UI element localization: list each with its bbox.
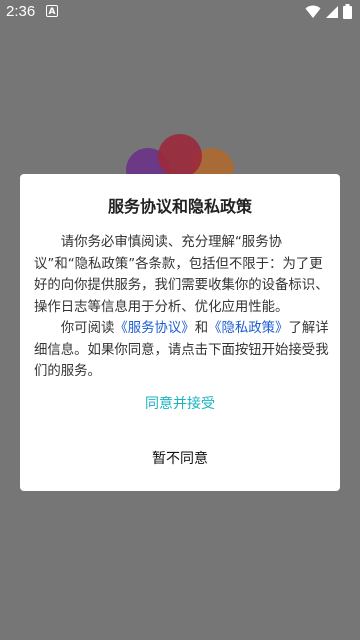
battery-icon bbox=[343, 4, 352, 19]
signal-icon bbox=[326, 5, 338, 18]
dialog-title: 服务协议和隐私政策 bbox=[107, 197, 252, 216]
and-text: 和 bbox=[194, 321, 209, 336]
dialog-paragraph-2: 你可阅读《服务协议》和《隐私政策》了解详细信息。如果你同意，请点击下面按钮开始接… bbox=[34, 318, 332, 383]
dialog-paragraph-1: 请你务必审慎阅读、充分理解“服务协议”和“隐私政策”各条款，包括但不限于：为了更… bbox=[34, 235, 329, 315]
wifi-icon bbox=[305, 5, 321, 18]
status-bar: 2:36 A bbox=[0, 0, 360, 24]
service-agreement-link[interactable]: 《服务协议》 bbox=[114, 321, 194, 336]
privacy-dialog: 服务协议和隐私政策 请你务必审慎阅读、充分理解“服务协议”和“隐私政策”各条款，… bbox=[20, 174, 340, 491]
notification-icon: A bbox=[46, 5, 58, 17]
accept-button[interactable]: 同意并接受 bbox=[20, 392, 340, 414]
privacy-policy-link[interactable]: 《隐私政策》 bbox=[208, 321, 288, 336]
status-icons bbox=[305, 4, 352, 19]
status-time: 2:36 bbox=[6, 3, 36, 20]
decline-button[interactable]: 暂不同意 bbox=[20, 447, 340, 469]
paragraph-2-prefix: 你可阅读 bbox=[60, 321, 115, 336]
dialog-body: 请你务必审慎阅读、充分理解“服务协议”和“隐私政策”各条款，包括但不限于：为了更… bbox=[34, 232, 332, 383]
